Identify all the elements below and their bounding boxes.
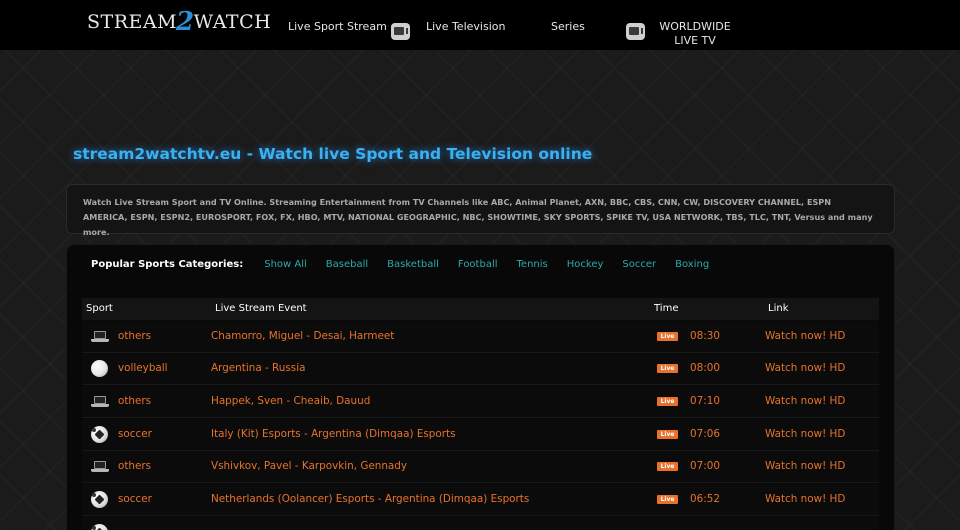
watch-now-link[interactable]: Watch now! HD [765,362,845,374]
logo-text-watch: Watch [193,11,272,33]
nav-worldwide-live-tv[interactable]: WORLDWIDE LIVE TV [650,20,740,48]
row-sport[interactable]: others [118,460,151,472]
table-row[interactable]: others Happek, Sven - Cheaib, Dauud Live… [82,386,879,418]
row-event[interactable]: Italy (Kit) Esports - Argentina (Dimqaa)… [211,428,456,440]
category-basketball[interactable]: Basketball [387,259,439,270]
volleyball-icon [91,360,108,377]
table-row[interactable]: others Vshivkov, Pavel - Karpovkin, Genn… [82,451,879,483]
watch-now-link[interactable]: Watch now! HD [765,330,845,342]
soccer-ball-icon [91,524,108,530]
category-soccer[interactable]: Soccer [622,259,656,270]
watch-now-link[interactable]: Watch now! HD [765,460,845,472]
category-show-all[interactable]: Show All [264,259,307,270]
row-time: 06:52 [690,493,720,505]
sports-categories: Popular Sports Categories: Show All Base… [91,257,728,271]
nav-label: WORLDWIDE LIVE TV [659,20,731,47]
site-description: Watch Live Stream Sport and TV Online. S… [66,184,895,237]
live-badge: Live [657,332,678,341]
logo-text-two: 2 [176,7,195,37]
live-badge: Live [657,495,678,504]
categories-label: Popular Sports Categories: [91,258,244,270]
row-sport[interactable]: others [118,395,151,407]
laptop-icon [91,331,109,344]
row-sport[interactable]: soccer [118,493,152,505]
header-time: Time [654,303,679,314]
live-badge: Live [657,462,678,471]
live-badge: Live [657,397,678,406]
nav-label: Live Television [426,20,506,33]
page-title: stream2watchtv.eu - Watch live Sport and… [73,145,593,163]
row-event[interactable]: Vshivkov, Pavel - Karpovkin, Gennady [211,460,407,472]
table-row[interactable]: volleyball Argentina - Russia Live 08:00… [82,353,879,385]
category-baseball[interactable]: Baseball [326,259,368,270]
nav-live-television[interactable]: Live Television [426,20,505,34]
table-row[interactable]: soccer Netherlands (Oolancer) Esports - … [82,484,879,516]
top-nav-bar: Stream 2 Watch Live Sport Stream Live Te… [0,0,960,50]
table-row[interactable]: soccer Italy (Kit) Esports - Argentina (… [82,419,879,451]
header-event: Live Stream Event [215,303,307,314]
watch-now-link[interactable]: Watch now! HD [765,493,845,505]
nav-label: Live Sport Stream [288,20,387,33]
tv-icon [626,23,645,40]
row-time: 07:00 [690,460,720,472]
row-event[interactable]: Happek, Sven - Cheaib, Dauud [211,395,370,407]
site-logo[interactable]: Stream 2 Watch [87,8,271,36]
header-link: Link [768,303,789,314]
laptop-icon [91,396,109,409]
live-badge: Live [657,430,678,439]
row-time: 08:00 [690,362,720,374]
tv-icon [391,23,410,40]
nav-label: Series [551,20,585,33]
row-event[interactable]: Netherlands (Oolancer) Esports - Argenti… [211,493,529,505]
nav-series[interactable]: Series [551,20,585,34]
table-row[interactable] [82,517,879,530]
row-event[interactable]: Argentina - Russia [211,362,305,374]
soccer-ball-icon [91,491,108,508]
laptop-icon [91,461,109,474]
watch-now-link[interactable]: Watch now! HD [765,395,845,407]
row-sport[interactable]: soccer [118,428,152,440]
description-text: Watch Live Stream Sport and TV Online. S… [83,197,873,237]
table-header: Sport Live Stream Event Time Link [82,298,879,320]
nav-live-sport-stream[interactable]: Live Sport Stream [288,20,387,34]
category-football[interactable]: Football [458,259,498,270]
row-time: 07:10 [690,395,720,407]
watch-now-link[interactable]: Watch now! HD [765,428,845,440]
logo-text-stream: Stream [87,11,178,33]
header-sport: Sport [86,303,113,314]
row-time: 08:30 [690,330,720,342]
category-hockey[interactable]: Hockey [567,259,604,270]
table-row[interactable]: others Chamorro, Miguel - Desai, Harmeet… [82,321,879,353]
row-sport[interactable]: volleyball [118,362,168,374]
row-event[interactable]: Chamorro, Miguel - Desai, Harmeet [211,330,394,342]
soccer-ball-icon [91,426,108,443]
row-sport[interactable]: others [118,330,151,342]
category-tennis[interactable]: Tennis [517,259,548,270]
row-time: 07:06 [690,428,720,440]
live-badge: Live [657,364,678,373]
category-boxing[interactable]: Boxing [675,259,709,270]
